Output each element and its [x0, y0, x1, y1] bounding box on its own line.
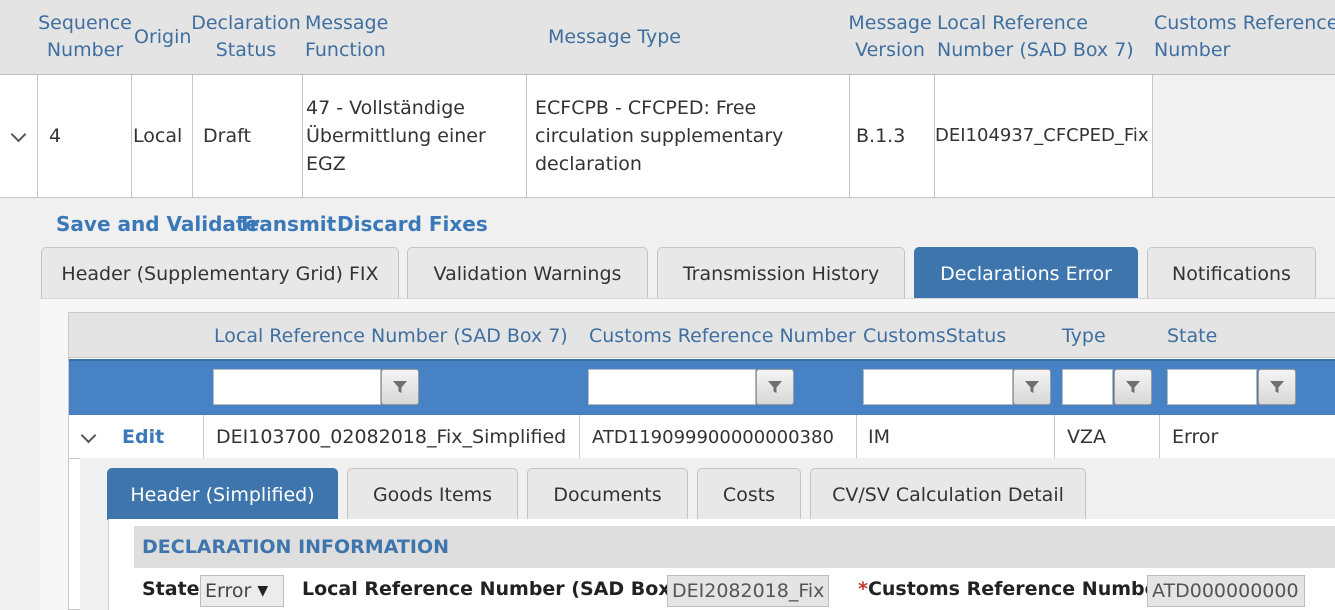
col-message-function[interactable]: Message Function: [305, 0, 415, 74]
cell-error-type: VZA: [1055, 415, 1160, 459]
filter-icon: [393, 381, 407, 393]
cell-message-version: B.1.3: [850, 75, 935, 197]
col-sequence-number[interactable]: Sequence Number: [38, 0, 132, 74]
filter-local-reference-input[interactable]: [213, 369, 381, 405]
filter-customs-reference-button[interactable]: [756, 369, 794, 405]
tab-transmission-history[interactable]: Transmission History: [657, 247, 905, 299]
chevron-down-icon: [10, 126, 27, 142]
row-expander[interactable]: [69, 415, 107, 459]
col-error-local-reference[interactable]: Local Reference Number (SAD Box 7): [214, 313, 568, 358]
cell-error-customs-reference: ATD119099900000000380: [580, 415, 857, 459]
cell-error-local-reference: DEI103700_02082018_Fix_Simplified: [204, 415, 580, 459]
cell-error-customs-status: IM: [857, 415, 1055, 459]
filter-icon: [1270, 381, 1284, 393]
filter-row: [69, 359, 1335, 415]
cell-message-function: 47 - Vollständige Übermittlung einer EGZ: [303, 75, 527, 197]
tab-notifications[interactable]: Notifications: [1147, 247, 1316, 299]
chevron-down-icon: [80, 427, 96, 443]
declarations-grid-header: Sequence Number Origin Declaration Statu…: [0, 0, 1335, 75]
caret-down-icon: ▼: [257, 583, 269, 599]
cell-origin: Local: [132, 75, 193, 197]
crn-field[interactable]: ATD000000000: [1147, 575, 1305, 607]
filter-local-reference-button[interactable]: [381, 369, 419, 405]
cell-declaration-status: Draft: [193, 75, 303, 197]
cell-error-state: Error: [1172, 426, 1219, 448]
section-declaration-information: DECLARATION INFORMATION: [134, 526, 1335, 568]
save-and-validate-link[interactable]: Save and Validate: [56, 212, 259, 236]
section-title: DECLARATION INFORMATION: [142, 536, 450, 558]
lrn-field-value: DEI2082018_Fix: [672, 580, 825, 602]
tab-documents[interactable]: Documents: [527, 468, 688, 520]
col-error-customs-status[interactable]: CustomsStatus: [863, 313, 1006, 358]
filter-customs-status-input[interactable]: [863, 369, 1013, 405]
filter-state-button[interactable]: [1258, 369, 1296, 405]
tab-declarations-error[interactable]: Declarations Error: [914, 247, 1138, 299]
lrn-label: Local Reference Number (SAD Box 7): [302, 578, 700, 600]
filter-icon: [1126, 381, 1140, 393]
row-expander[interactable]: [0, 75, 38, 197]
transmit-link[interactable]: Transmit: [238, 212, 336, 236]
filter-customs-status-button[interactable]: [1013, 369, 1051, 405]
required-mark: *: [858, 578, 868, 600]
tab-validation-warnings[interactable]: Validation Warnings: [407, 247, 648, 299]
tab-cv-sv-calculation-detail[interactable]: CV/SV Calculation Detail: [810, 468, 1086, 520]
filter-customs-reference-input[interactable]: [588, 369, 756, 405]
filter-icon: [1025, 381, 1039, 393]
col-customs-reference[interactable]: Customs Reference Number: [1154, 0, 1335, 74]
tab-header-simplified[interactable]: Header (Simplified): [107, 468, 338, 520]
cell-local-reference: DEI104937_CFCPED_Fix: [935, 75, 1153, 197]
col-message-type[interactable]: Message Type: [548, 0, 748, 74]
lrn-field[interactable]: DEI2082018_Fix: [667, 575, 829, 607]
tab-header-supplementary-grid-fix[interactable]: Header (Supplementary Grid) FIX: [41, 247, 399, 299]
state-label: State: [142, 578, 200, 600]
discard-fixes-link[interactable]: Discard Fixes: [337, 212, 488, 236]
cell-customs-reference: [1153, 75, 1335, 197]
filter-icon: [768, 381, 782, 393]
col-error-state[interactable]: State: [1167, 313, 1217, 358]
col-message-version[interactable]: Message Version: [848, 0, 932, 74]
col-origin[interactable]: Origin: [134, 0, 192, 74]
error-grid-header: Local Reference Number (SAD Box 7) Custo…: [69, 313, 1335, 358]
state-select[interactable]: Error ▼: [200, 575, 284, 607]
cell-sequence-number: 4: [38, 75, 132, 197]
crn-field-value: ATD000000000: [1152, 580, 1299, 602]
filter-state-input[interactable]: [1167, 369, 1257, 405]
col-local-reference[interactable]: Local Reference Number (SAD Box 7): [937, 0, 1137, 74]
crn-label-text: Customs Reference Number: [867, 578, 1167, 600]
col-error-type[interactable]: Type: [1062, 313, 1106, 358]
edit-link[interactable]: Edit: [107, 415, 204, 459]
col-error-customs-reference[interactable]: Customs Reference Number: [589, 313, 856, 358]
crn-label: *Customs Reference Number: [858, 578, 1167, 600]
col-declaration-status[interactable]: Declaration Status: [191, 0, 301, 74]
state-select-value: Error: [205, 580, 252, 602]
filter-type-button[interactable]: [1114, 369, 1152, 405]
filter-type-input[interactable]: [1062, 369, 1113, 405]
table-row[interactable]: Edit DEI103700_02082018_Fix_Simplified A…: [69, 415, 1335, 459]
cell-message-type: ECFCPB - CFCPED: Free circulation supple…: [527, 75, 850, 197]
tab-costs[interactable]: Costs: [697, 468, 801, 520]
tab-goods-items[interactable]: Goods Items: [347, 468, 518, 520]
declaration-row[interactable]: 4 Local Draft 47 - Vollständige Übermitt…: [0, 75, 1335, 198]
